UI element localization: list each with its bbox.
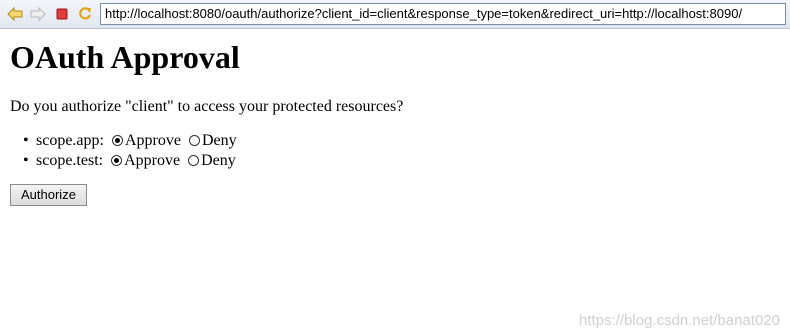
address-bar[interactable]: http://localhost:8080/oauth/authorize?cl… <box>100 3 786 25</box>
scope-list: • scope.app: Approve Deny • scope.test: … <box>10 131 790 171</box>
scope-test-approve-radio[interactable] <box>111 155 123 166</box>
scope-test-deny-radio[interactable] <box>188 155 200 166</box>
scope-app-approve-radio[interactable] <box>111 135 123 146</box>
back-icon[interactable] <box>7 6 23 22</box>
browser-toolbar: http://localhost:8080/oauth/authorize?cl… <box>0 0 790 29</box>
watermark: https://blog.csdn.net/banat020 <box>579 312 780 329</box>
scope-label: scope.test: <box>36 152 104 169</box>
stop-icon[interactable] <box>54 6 70 22</box>
page-title: OAuth Approval <box>10 39 240 75</box>
forward-icon[interactable] <box>30 6 46 22</box>
scope-item-app: • scope.app: Approve Deny <box>23 131 790 151</box>
authorization-question: Do you authorize "client" to access your… <box>10 98 404 115</box>
bullet: • <box>23 132 29 149</box>
bullet: • <box>23 152 29 169</box>
authorize-button[interactable]: Authorize <box>10 184 87 206</box>
scope-app-deny-radio[interactable] <box>188 135 200 146</box>
page-content: OAuth Approval Do you authorize "client"… <box>10 29 790 206</box>
scope-label: scope.app: <box>36 132 104 149</box>
deny-label: Deny <box>201 132 237 149</box>
approve-label: Approve <box>124 152 181 169</box>
approve-label: Approve <box>124 132 181 149</box>
scope-item-test: • scope.test: Approve Deny <box>23 151 790 171</box>
refresh-icon[interactable] <box>77 6 93 22</box>
deny-label: Deny <box>201 152 236 169</box>
